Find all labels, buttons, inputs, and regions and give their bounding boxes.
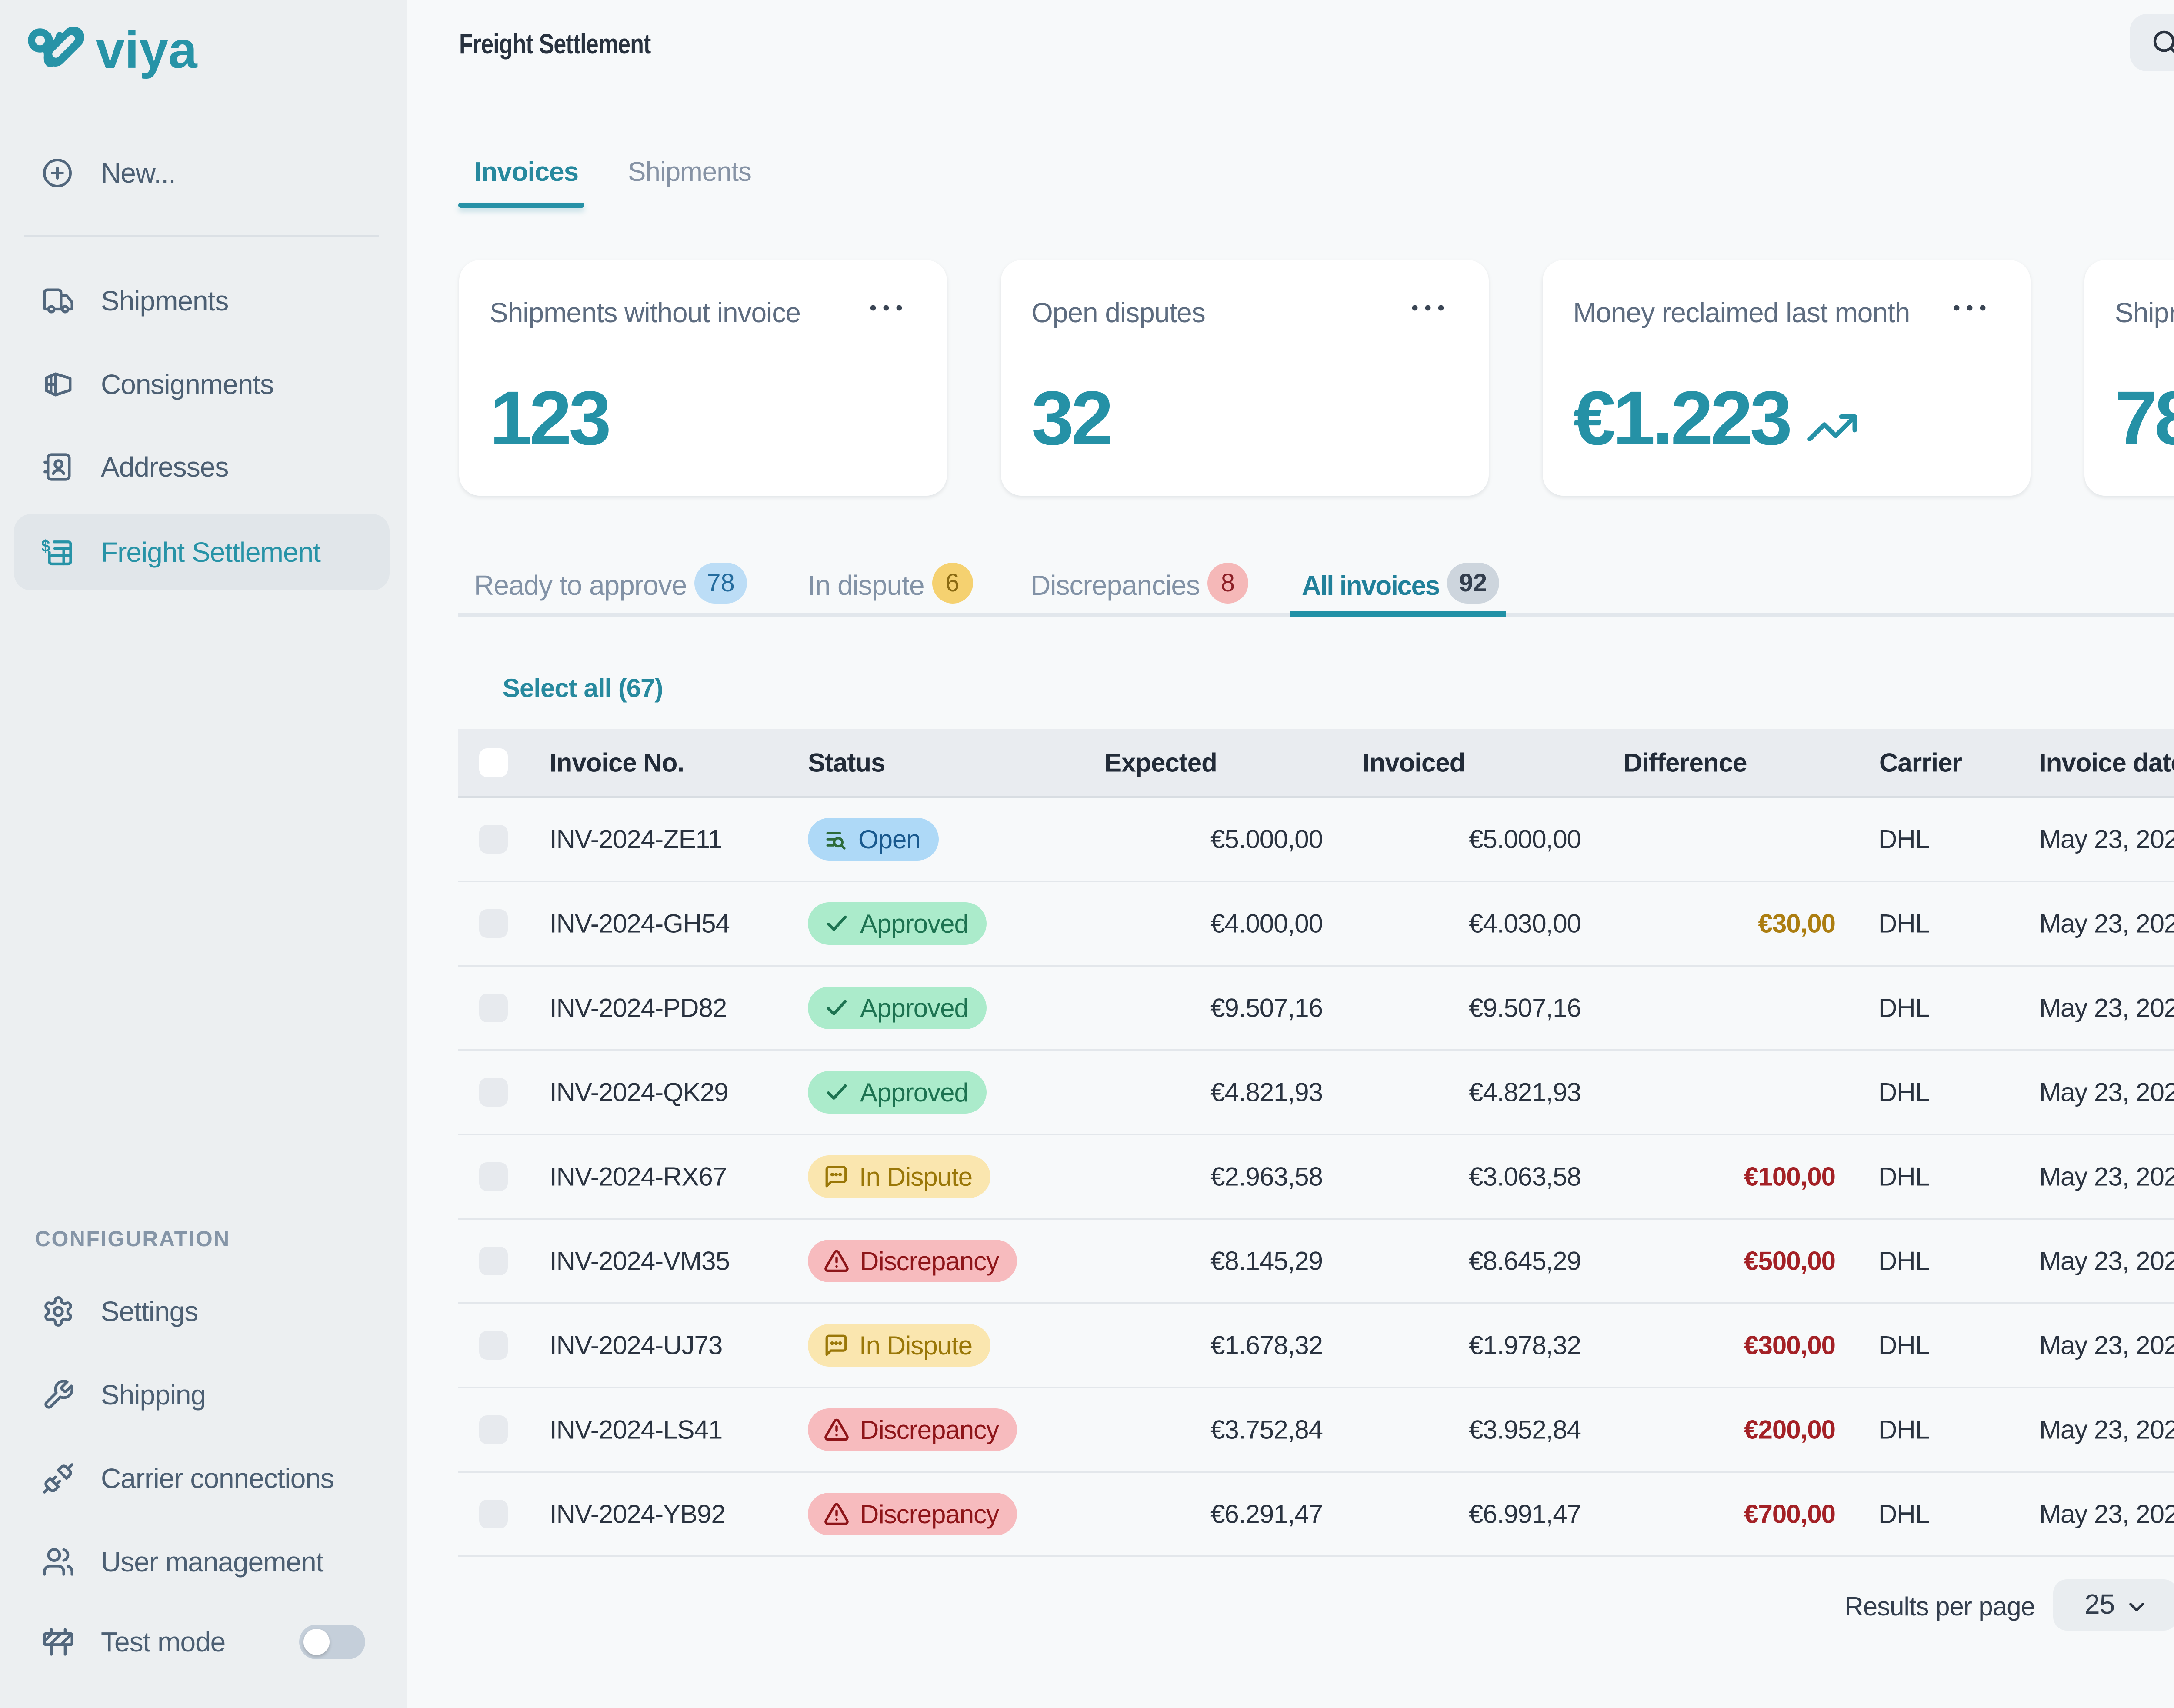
svg-text:$: $	[42, 537, 50, 555]
